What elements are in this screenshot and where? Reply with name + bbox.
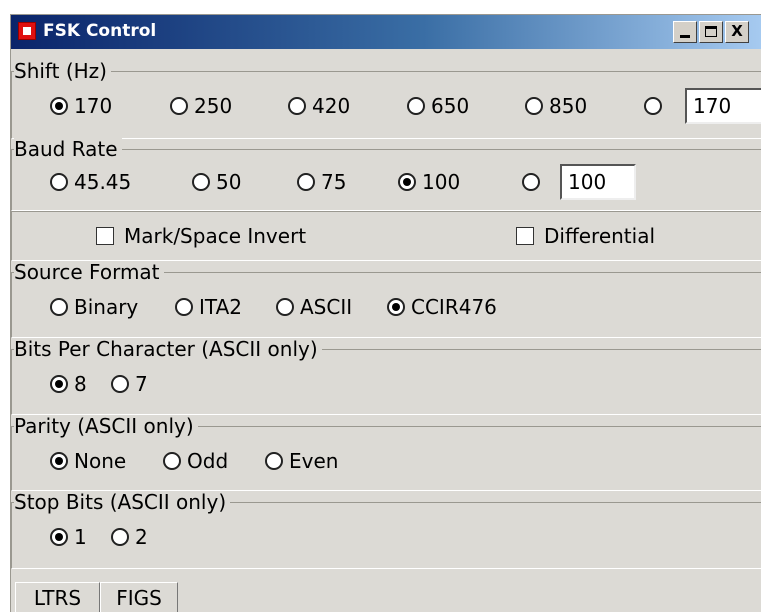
source-option-binary[interactable]: Binary: [50, 287, 138, 327]
baud-option-label: 50: [216, 170, 242, 194]
close-icon: X: [731, 22, 743, 40]
minimize-button[interactable]: [673, 21, 697, 43]
baud-option-label: 100: [422, 170, 461, 194]
radio-icon[interactable]: [175, 298, 193, 316]
radio-icon[interactable]: [50, 528, 68, 546]
minimize-icon: [680, 35, 690, 38]
baud-option-75[interactable]: 75: [297, 162, 346, 202]
baud-option-custom[interactable]: [522, 162, 546, 202]
radio-icon[interactable]: [522, 173, 540, 191]
shift-group-label: Shift (Hz): [14, 60, 111, 82]
radio-icon[interactable]: [297, 173, 315, 191]
maximize-icon: [705, 26, 717, 37]
shift-group: Shift (Hz) 170 250 420 650 850: [11, 60, 761, 139]
differential-label: Differential: [544, 224, 656, 248]
ltrs-button[interactable]: LTRS: [15, 582, 100, 612]
source-option-label: ITA2: [199, 295, 242, 319]
radio-icon[interactable]: [276, 298, 294, 316]
stop-bits-option-2[interactable]: 2: [111, 517, 148, 557]
parity-option-odd[interactable]: Odd: [163, 441, 228, 481]
app-icon[interactable]: [18, 22, 36, 40]
parity-group: Parity (ASCII only) None Odd Even: [11, 415, 761, 491]
radio-icon[interactable]: [50, 452, 68, 470]
shift-option-label: 850: [549, 94, 588, 118]
maximize-button[interactable]: [699, 21, 723, 43]
shift-option-250[interactable]: 250: [170, 86, 232, 126]
shift-option-850[interactable]: 850: [525, 86, 587, 126]
radio-icon[interactable]: [398, 173, 416, 191]
invert-group: Mark/Space Invert Differential: [11, 211, 761, 261]
figs-button[interactable]: FIGS: [100, 582, 178, 612]
stop-bits-group-label: Stop Bits (ASCII only): [14, 491, 231, 513]
parity-option-label: None: [74, 449, 127, 473]
bits-option-label: 8: [74, 372, 87, 396]
shift-option-650[interactable]: 650: [407, 86, 469, 126]
source-option-ascii[interactable]: ASCII: [276, 287, 352, 327]
baud-option-50[interactable]: 50: [192, 162, 241, 202]
stop-bits-option-label: 2: [135, 525, 148, 549]
baud-option-label: 75: [321, 170, 347, 194]
baud-group: Baud Rate 45.45 50 75 100: [11, 138, 761, 211]
radio-icon[interactable]: [170, 97, 188, 115]
radio-icon[interactable]: [265, 452, 283, 470]
mark-space-invert-checkbox[interactable]: Mark/Space Invert: [96, 216, 306, 256]
baud-option-100[interactable]: 100: [398, 162, 460, 202]
checkbox-icon[interactable]: [96, 227, 114, 245]
radio-icon[interactable]: [50, 298, 68, 316]
radio-icon[interactable]: [111, 528, 129, 546]
baud-option-label: 45.45: [74, 170, 132, 194]
source-option-label: Binary: [74, 295, 139, 319]
radio-icon[interactable]: [111, 375, 129, 393]
shift-option-420[interactable]: 420: [288, 86, 350, 126]
radio-icon[interactable]: [50, 97, 68, 115]
radio-icon[interactable]: [50, 375, 68, 393]
mark-space-invert-label: Mark/Space Invert: [124, 224, 307, 248]
source-option-ita2[interactable]: ITA2: [175, 287, 242, 327]
window-title: FSK Control: [43, 21, 157, 41]
parity-option-even[interactable]: Even: [265, 441, 338, 481]
bits-option-8[interactable]: 8: [50, 364, 87, 404]
checkbox-icon[interactable]: [516, 227, 534, 245]
shift-option-label: 250: [194, 94, 233, 118]
parity-option-label: Odd: [187, 449, 229, 473]
stop-bits-group: Stop Bits (ASCII only) 1 2: [11, 491, 761, 569]
baud-group-label: Baud Rate: [14, 138, 122, 160]
shift-option-label: 420: [312, 94, 351, 118]
shift-option-label: 170: [74, 94, 113, 118]
fsk-control-window: FSK Control X Shift (Hz) 170 250 420 650: [10, 14, 761, 612]
radio-icon[interactable]: [163, 452, 181, 470]
bits-option-7[interactable]: 7: [111, 364, 148, 404]
shift-option-custom[interactable]: [644, 86, 668, 126]
source-format-group: Source Format Binary ITA2 ASCII CCIR476: [11, 261, 761, 338]
radio-icon[interactable]: [387, 298, 405, 316]
baud-custom-input[interactable]: [560, 164, 636, 200]
radio-icon[interactable]: [644, 97, 662, 115]
parity-option-none[interactable]: None: [50, 441, 126, 481]
shift-option-170[interactable]: 170: [50, 86, 112, 126]
baud-option-45-45[interactable]: 45.45: [50, 162, 131, 202]
stop-bits-option-label: 1: [74, 525, 87, 549]
source-format-group-label: Source Format: [14, 261, 164, 283]
source-option-label: CCIR476: [411, 295, 497, 319]
radio-icon[interactable]: [407, 97, 425, 115]
differential-checkbox[interactable]: Differential: [516, 216, 655, 256]
bits-per-character-group: Bits Per Character (ASCII only) 8 7: [11, 338, 761, 415]
close-button[interactable]: X: [725, 21, 749, 43]
shift-option-label: 650: [431, 94, 470, 118]
bits-per-character-group-label: Bits Per Character (ASCII only): [14, 338, 322, 360]
stop-bits-option-1[interactable]: 1: [50, 517, 87, 557]
parity-option-label: Even: [289, 449, 339, 473]
radio-icon[interactable]: [192, 173, 210, 191]
bits-option-label: 7: [135, 372, 148, 396]
shift-custom-input[interactable]: [685, 88, 761, 124]
parity-group-label: Parity (ASCII only): [14, 415, 198, 437]
radio-icon[interactable]: [525, 97, 543, 115]
source-option-ccir476[interactable]: CCIR476: [387, 287, 497, 327]
radio-icon[interactable]: [288, 97, 306, 115]
radio-icon[interactable]: [50, 173, 68, 191]
source-option-label: ASCII: [300, 295, 353, 319]
title-bar[interactable]: FSK Control X: [11, 15, 761, 49]
